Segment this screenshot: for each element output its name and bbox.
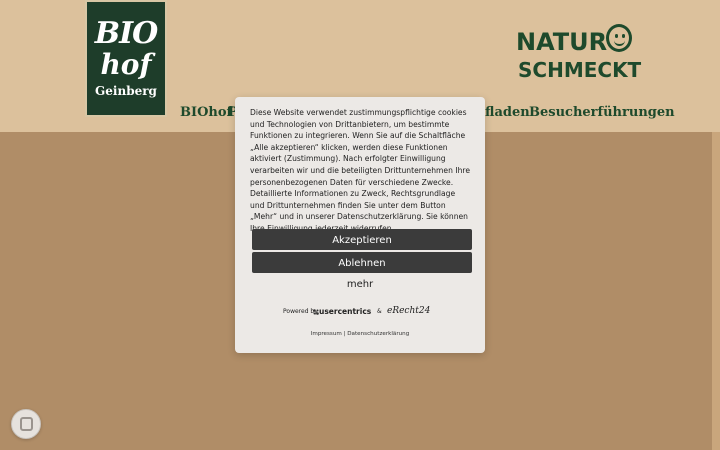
nav-item-biohof[interactable]: BIOhof (180, 105, 232, 120)
more-link[interactable]: mehr (235, 279, 485, 290)
scrollbar[interactable] (712, 132, 720, 450)
usercentrics-label[interactable]: usercentrics (319, 307, 371, 316)
brand-line-1: NATUR (516, 28, 608, 56)
consent-text: Diese Website verwendet zustimmungspflic… (250, 108, 471, 233)
powered-by: Powered by usercentrics & eRecht24 (235, 304, 485, 320)
brand-line-2: SCHMECKT (518, 58, 642, 82)
fingerprint-icon (20, 417, 33, 431)
privacy-settings-button[interactable] (11, 409, 41, 439)
logo-line-1: BIO (94, 16, 159, 51)
cookie-consent-dialog: Diese Website verwendet zustimmungspflic… (235, 97, 485, 353)
footer-links[interactable]: Impressum | Datenschutzerklärung (235, 331, 485, 337)
logo-line-3: Geinberg (95, 84, 157, 98)
natur-schmeckt-logo: NATUR SCHMECKT (516, 22, 642, 82)
biohof-logo[interactable]: BIO hof Geinberg (85, 0, 167, 117)
nav-item-besucherfuehrungen[interactable]: Besucherführungen (529, 105, 675, 120)
erecht24-label[interactable]: eRecht24 (387, 306, 430, 316)
logo-line-2: hof (100, 48, 152, 81)
smiley-icon (606, 24, 632, 52)
accept-button[interactable]: Akzeptieren (252, 229, 472, 250)
ampersand: & (377, 308, 382, 315)
decline-button[interactable]: Ablehnen (252, 252, 472, 273)
nav-item-hofladen[interactable]: fladen (485, 105, 530, 120)
